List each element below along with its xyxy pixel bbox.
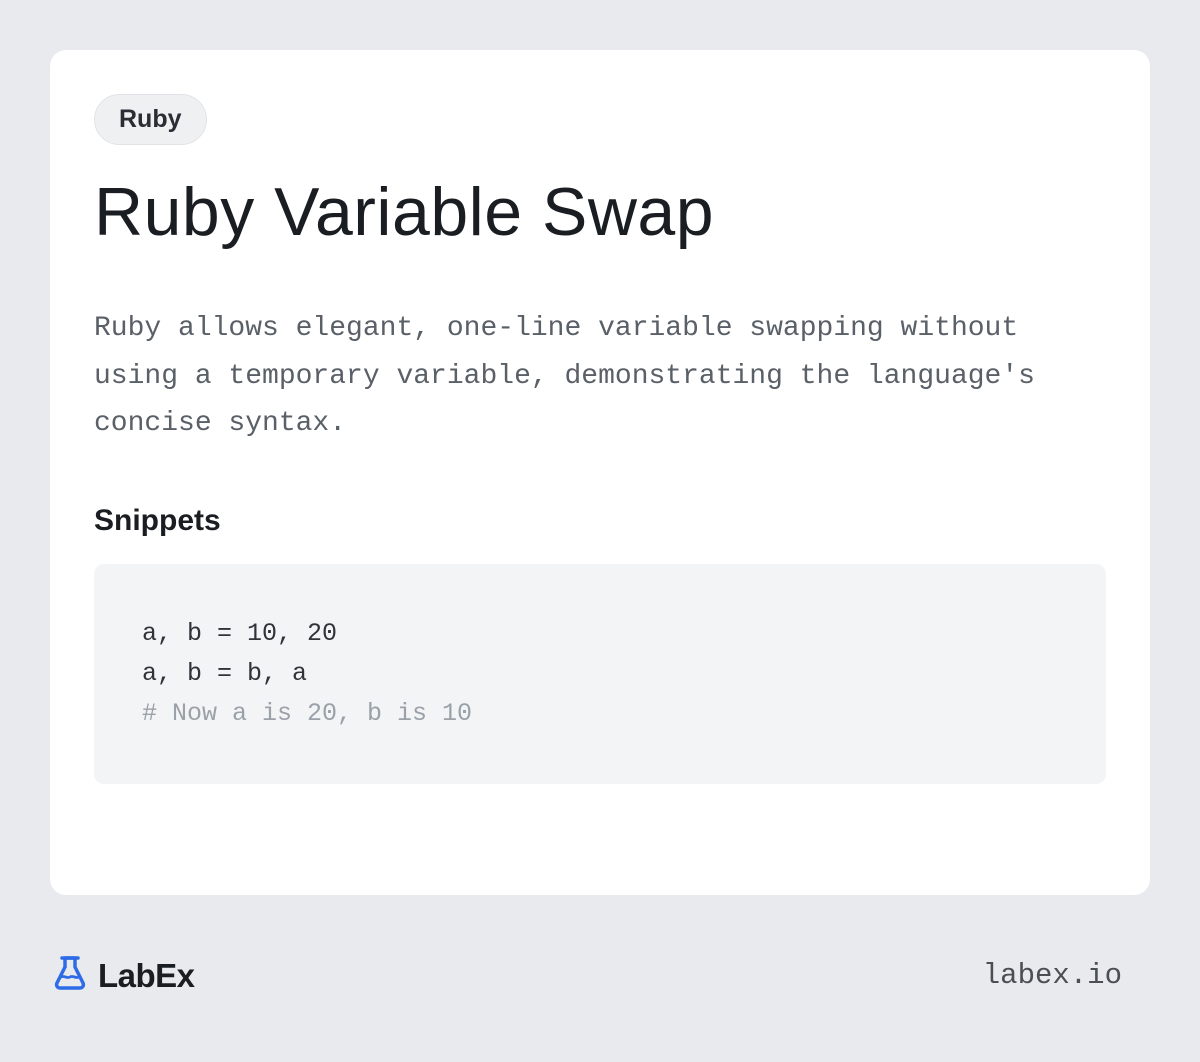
footer: LabEx labex.io — [50, 953, 1122, 998]
content-card: Ruby Ruby Variable Swap Ruby allows eleg… — [50, 50, 1150, 895]
page-title: Ruby Variable Swap — [94, 173, 1106, 251]
site-url: labex.io — [983, 959, 1122, 992]
code-comment: # Now a is 20, b is 10 — [142, 699, 472, 728]
brand-name: LabEx — [98, 957, 195, 995]
flask-icon — [50, 953, 90, 998]
code-snippet: a, b = 10, 20 a, b = b, a # Now a is 20,… — [94, 564, 1106, 784]
code-line: a, b = b, a — [142, 659, 307, 688]
language-tag: Ruby — [94, 94, 207, 145]
snippets-heading: Snippets — [94, 504, 1106, 538]
logo: LabEx — [50, 953, 195, 998]
code-line: a, b = 10, 20 — [142, 619, 337, 648]
description-text: Ruby allows elegant, one-line variable s… — [94, 305, 1106, 448]
